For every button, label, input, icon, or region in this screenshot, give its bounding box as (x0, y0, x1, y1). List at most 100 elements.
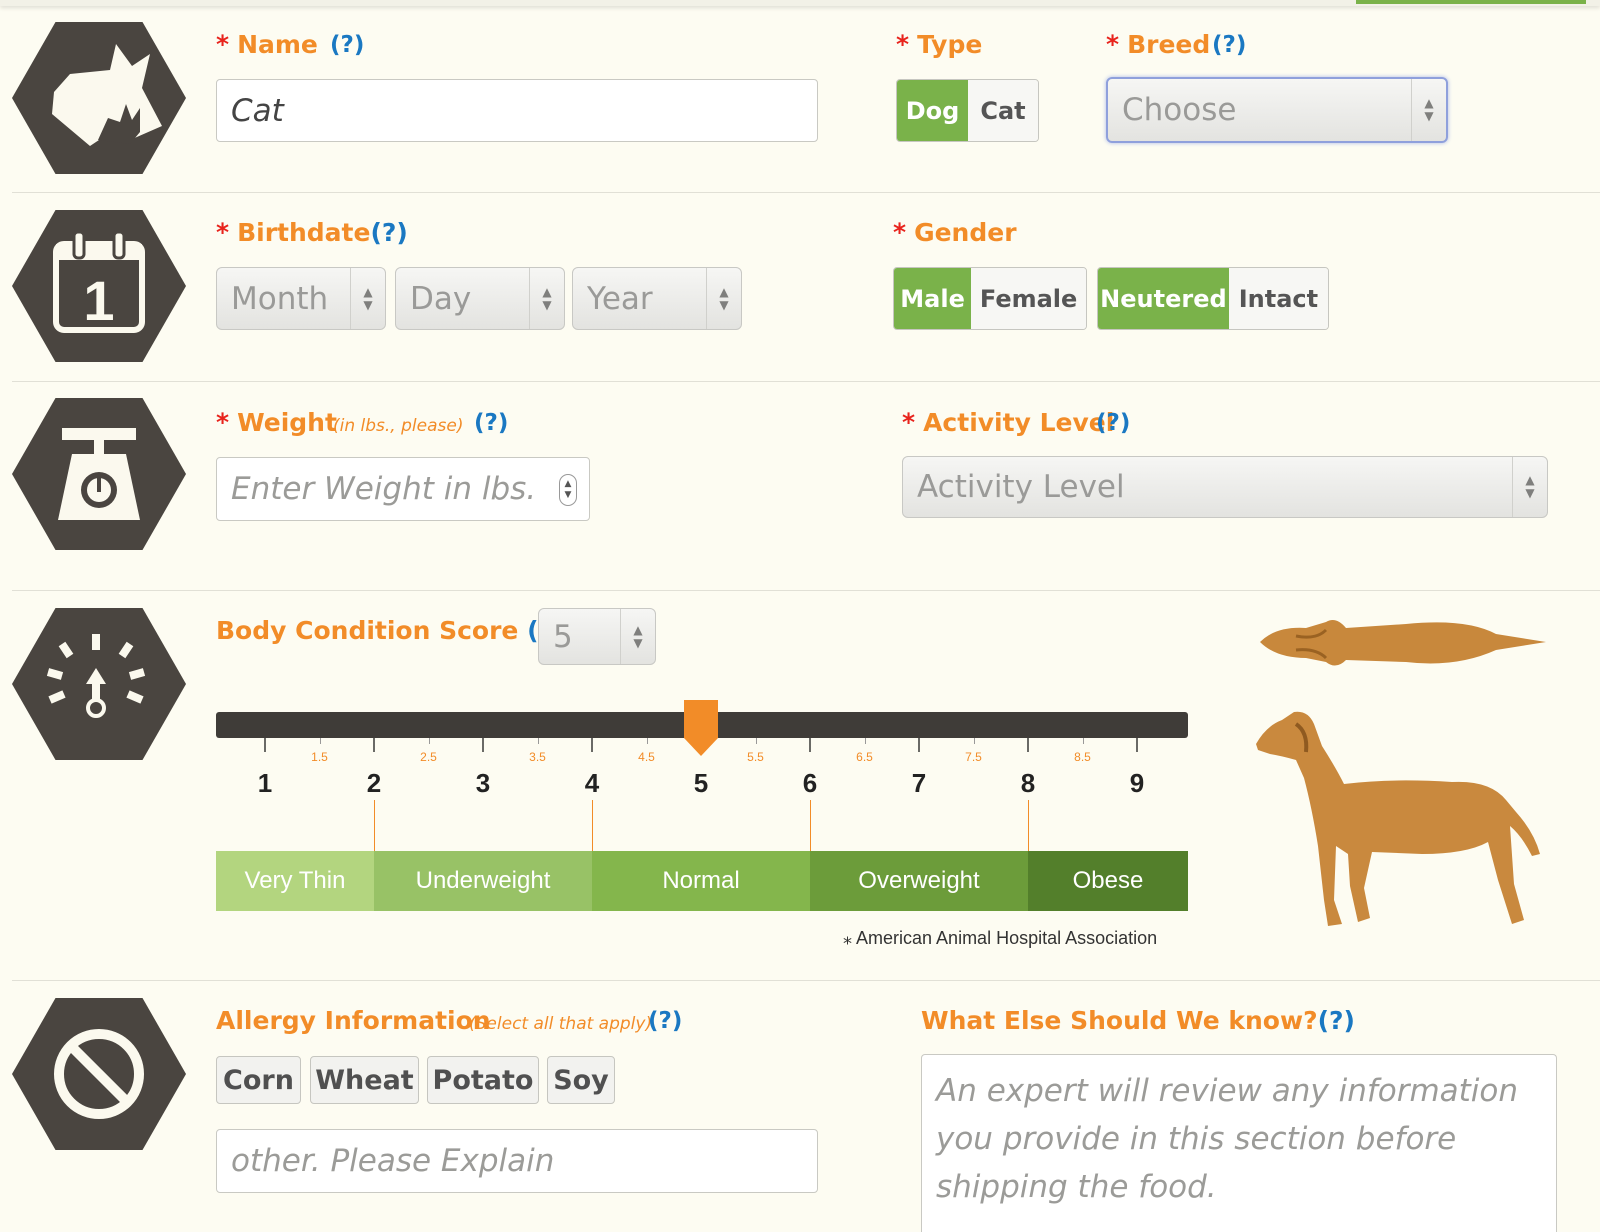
male-button[interactable]: Male (894, 268, 972, 329)
allergy-note: (Select all that apply) (469, 1014, 653, 1034)
notes-help-link[interactable]: (?) (1318, 1006, 1355, 1035)
bcs-category-very-thin: Very Thin (216, 851, 374, 911)
bcs-slider: 1 2 3 4 5 6 7 8 9 1.5 2.5 3.5 4.5 5.5 6.5 7.5 8.5 Very T… (216, 696, 1188, 946)
major-tick-label: 4 (584, 768, 600, 798)
major-tick (1136, 738, 1138, 752)
allergy-soy-button[interactable]: Soy (547, 1056, 615, 1104)
name-label: * Name (216, 30, 318, 59)
major-tick (482, 738, 484, 752)
birth-month-value: Month (231, 280, 329, 317)
dog-top-view-image (1256, 606, 1550, 682)
bcs-select[interactable]: 5 ▲ ▼ (538, 608, 656, 665)
major-tick-label: 7 (911, 768, 927, 798)
category-boundary-line (592, 800, 593, 852)
minor-tick (973, 738, 975, 744)
minor-tick (1082, 738, 1084, 744)
major-tick (264, 738, 266, 752)
major-tick (373, 738, 375, 752)
type-dog-button[interactable]: Dog (897, 80, 968, 141)
activity-value: Activity Level (917, 469, 1125, 505)
weight-input[interactable]: Enter Weight in lbs. ▲ ▼ (216, 457, 590, 521)
scale-icon (12, 398, 186, 550)
major-tick-label: 9 (1129, 768, 1145, 798)
row-divider (12, 980, 1600, 981)
major-tick-label: 8 (1020, 768, 1036, 798)
gauge-icon (12, 608, 186, 760)
allergy-corn-button[interactable]: Corn (216, 1056, 301, 1104)
bcs-category-underweight: Underweight (374, 851, 592, 911)
intact-button[interactable]: Intact (1228, 268, 1328, 329)
minor-tick-label: 5.5 (747, 750, 764, 764)
number-spinner-icon[interactable]: ▲ ▼ (559, 474, 577, 506)
select-arrows-icon: ▲ ▼ (529, 268, 564, 329)
minor-tick-label: 8.5 (1074, 750, 1091, 764)
birth-month-select[interactable]: Month ▲ ▼ (216, 267, 386, 330)
breed-help-link[interactable]: (?) (1212, 32, 1246, 58)
notes-placeholder: An expert will review any information yo… (936, 1073, 1519, 1205)
minor-tick-label: 6.5 (856, 750, 873, 764)
weight-label: * Weight (216, 408, 337, 437)
allergy-help-link[interactable]: (?) (648, 1008, 682, 1034)
allergy-other-input[interactable]: other. Please Explain (216, 1129, 818, 1193)
minor-tick-label: 7.5 (965, 750, 982, 764)
major-tick-label: 3 (475, 768, 491, 798)
bcs-category-normal: Normal (592, 851, 810, 911)
notes-label: What Else Should We know?(?) (921, 1006, 1355, 1035)
type-toggle: Dog Cat (896, 79, 1039, 142)
neuter-toggle: Neutered Intact (1097, 267, 1329, 330)
minor-tick (755, 738, 757, 744)
type-cat-button[interactable]: Cat (968, 80, 1038, 141)
name-help-link[interactable]: (?) (330, 32, 364, 58)
female-button[interactable]: Female (971, 268, 1086, 329)
activity-help-link[interactable]: (?) (1096, 410, 1130, 436)
name-input[interactable]: Cat (216, 79, 818, 142)
notes-textarea[interactable]: An expert will review any information yo… (921, 1054, 1557, 1232)
top-action-button[interactable] (1356, 0, 1586, 4)
activity-label: * Activity Level (902, 408, 1115, 437)
allergy-label: Allergy Information (216, 1006, 491, 1035)
major-tick-label: 2 (366, 768, 382, 798)
allergy-potato-button[interactable]: Potato (427, 1056, 539, 1104)
pet-icon (12, 22, 186, 174)
gender-label: * Gender (893, 218, 1017, 247)
minor-tick (428, 738, 430, 744)
neutered-button[interactable]: Neutered (1098, 268, 1229, 329)
allergy-wheat-button[interactable]: Wheat (310, 1056, 419, 1104)
birth-year-value: Year (587, 280, 653, 317)
minor-tick (537, 738, 539, 744)
major-tick (591, 738, 593, 752)
breed-select[interactable]: Choose ▲ ▼ (1106, 77, 1448, 143)
sex-toggle: Male Female (893, 267, 1087, 330)
category-boundary-line (374, 800, 375, 852)
no-allergy-icon (12, 998, 186, 1150)
slider-thumb[interactable] (682, 700, 720, 758)
minor-tick (646, 738, 648, 744)
birth-day-value: Day (410, 280, 472, 317)
select-arrows-icon: ▲ ▼ (1411, 79, 1446, 141)
minor-tick (864, 738, 866, 744)
category-boundary-line (1028, 800, 1029, 852)
weight-placeholder: Enter Weight in lbs. (231, 471, 537, 507)
minor-tick-label: 3.5 (529, 750, 546, 764)
bcs-category-overweight: Overweight (810, 851, 1028, 911)
row-divider (12, 381, 1600, 382)
minor-tick (319, 738, 321, 744)
minor-tick-label: 4.5 (638, 750, 655, 764)
weight-note: (in lbs., please) (333, 416, 464, 436)
birthdate-help-link[interactable]: (?) (370, 218, 407, 247)
bcs-category-bar: Very Thin Underweight Normal Overweight Obes… (216, 851, 1188, 911)
bcs-value: 5 (553, 618, 573, 655)
category-boundary-line (810, 800, 811, 852)
birth-day-select[interactable]: Day ▲ ▼ (395, 267, 565, 330)
bcs-label: Body Condition Score (?) (216, 616, 564, 645)
activity-select[interactable]: Activity Level ▲ ▼ (902, 456, 1548, 518)
birth-year-select[interactable]: Year ▲ ▼ (572, 267, 742, 330)
select-arrows-icon: ▲ ▼ (1512, 457, 1547, 517)
breed-value: Choose (1122, 92, 1237, 128)
name-value: Cat (231, 92, 284, 129)
select-arrows-icon: ▲ ▼ (350, 268, 385, 329)
weight-help-link[interactable]: (?) (474, 410, 508, 436)
major-tick (809, 738, 811, 752)
major-tick-label: 6 (802, 768, 818, 798)
birthdate-label: * Birthdate(?) (216, 218, 408, 247)
